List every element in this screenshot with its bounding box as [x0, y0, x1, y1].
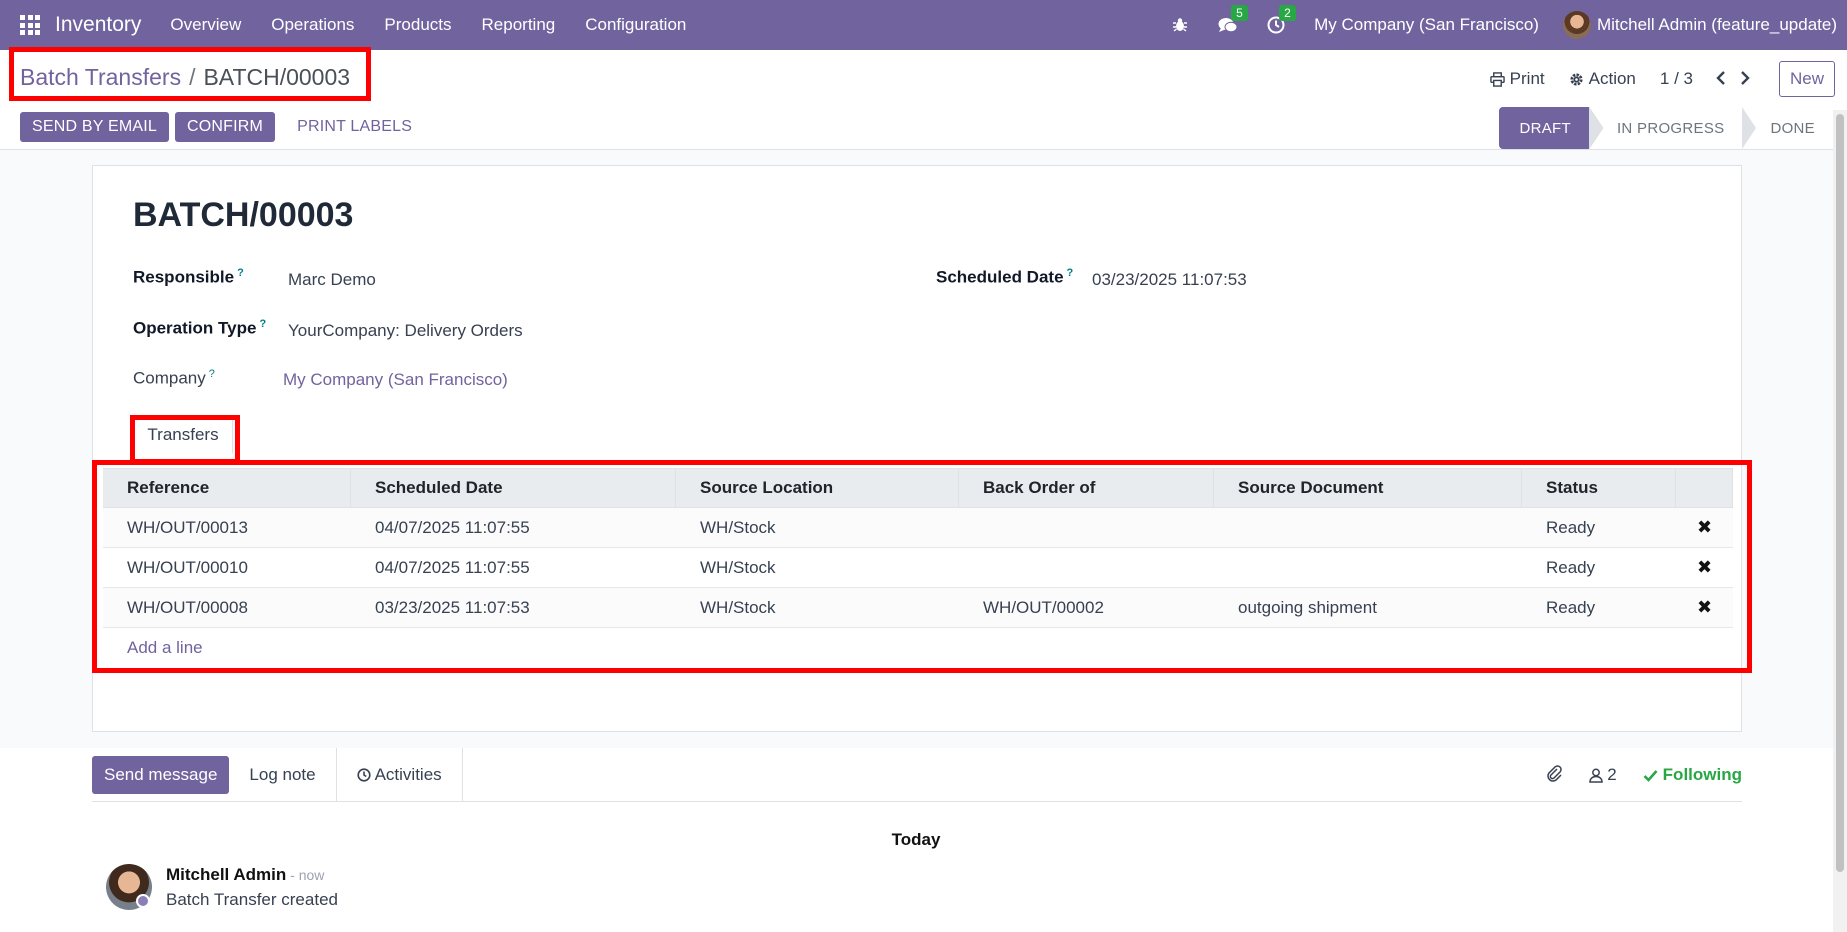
scheduled-date-label: Scheduled Date? [936, 267, 1074, 287]
printer-icon [1489, 71, 1505, 87]
stage-done[interactable]: DONE [1742, 107, 1833, 149]
help-tooltip-icon[interactable]: ? [1067, 267, 1074, 279]
operation-type-label: Operation Type? [133, 318, 267, 338]
help-tooltip-icon[interactable]: ? [237, 267, 244, 279]
operation-type-field[interactable]: YourCompany: Delivery Orders [288, 321, 523, 341]
followers-button[interactable]: 2 [1589, 765, 1617, 785]
menu-overview[interactable]: Overview [170, 15, 241, 35]
message-author[interactable]: Mitchell Admin - now [166, 865, 324, 885]
gear-icon [1570, 72, 1583, 86]
activities-button[interactable]: Activities [337, 747, 463, 802]
chatter-toolbar: Send message Log note Activities 2 Follo… [92, 747, 1742, 802]
following-button[interactable]: Following [1643, 765, 1742, 785]
pager-previous-icon[interactable] [1715, 68, 1727, 91]
print-labels-button[interactable]: PRINT LABELS [281, 112, 428, 142]
pager-next-icon[interactable] [1739, 68, 1751, 91]
clock-icon [356, 767, 371, 782]
debug-bug-icon[interactable] [1170, 15, 1190, 35]
activities-badge: 2 [1279, 5, 1296, 21]
highlight-box-table [92, 460, 1752, 673]
stage-draft[interactable]: DRAFT [1499, 107, 1603, 149]
responsible-field[interactable]: Marc Demo [288, 270, 376, 290]
scrollbar-thumb[interactable] [1836, 114, 1844, 872]
user-avatar[interactable] [1562, 11, 1591, 39]
top-navbar: Inventory Overview Operations Products R… [0, 0, 1847, 50]
send-by-email-button[interactable]: SEND BY EMAIL [20, 112, 170, 142]
company-field[interactable]: My Company (San Francisco) [283, 370, 508, 390]
send-message-button[interactable]: Send message [92, 755, 230, 794]
status-bar: DRAFT IN PROGRESS DONE [1499, 107, 1833, 149]
log-note-button[interactable]: Log note [229, 747, 337, 802]
messages-badge: 5 [1231, 5, 1248, 21]
user-icon [1589, 768, 1603, 783]
check-icon [1643, 769, 1658, 782]
print-label: Print [1509, 69, 1545, 88]
chatter: Send message Log note Activities 2 Follo… [0, 747, 1847, 932]
presence-status-icon [136, 894, 150, 908]
menu-products[interactable]: Products [384, 15, 451, 35]
company-switcher[interactable]: My Company (San Francisco) [1314, 15, 1539, 35]
followers-count: 2 [1607, 765, 1617, 784]
scheduled-date-field[interactable]: 03/23/2025 11:07:53 [1092, 270, 1247, 290]
app-name[interactable]: Inventory [55, 13, 141, 37]
print-menu-button[interactable]: Print [1489, 69, 1545, 89]
following-label: Following [1662, 765, 1742, 784]
company-label: Company? [133, 368, 215, 388]
paperclip-icon[interactable] [1545, 764, 1563, 787]
menu-reporting[interactable]: Reporting [482, 15, 556, 35]
stage-in-progress[interactable]: IN PROGRESS [1588, 107, 1743, 149]
menu-configuration[interactable]: Configuration [585, 15, 686, 35]
page-scrollbar[interactable] [1833, 110, 1847, 932]
highlight-box-breadcrumb [9, 47, 371, 101]
date-separator: Today [891, 830, 941, 849]
record-title: BATCH/00003 [133, 196, 354, 234]
pager-value[interactable]: 1 / 3 [1660, 69, 1693, 89]
message-body: Batch Transfer created [166, 890, 338, 909]
help-tooltip-icon[interactable]: ? [259, 318, 266, 330]
action-label: Action [1588, 69, 1636, 88]
message-time: - now [286, 867, 325, 883]
user-menu[interactable]: Mitchell Admin (feature_update) [1597, 15, 1837, 35]
confirm-button[interactable]: CONFIRM [175, 112, 276, 142]
new-record-button[interactable]: New [1778, 61, 1835, 97]
menu-operations[interactable]: Operations [271, 15, 354, 35]
messages-icon[interactable]: 5 [1218, 5, 1248, 35]
help-tooltip-icon[interactable]: ? [209, 368, 215, 380]
highlight-box-tab [130, 415, 240, 464]
action-menu-button[interactable]: Action [1569, 69, 1636, 89]
activities-clock-icon[interactable]: 2 [1266, 5, 1296, 35]
responsible-label: Responsible? [133, 267, 244, 287]
activities-label: Activities [374, 764, 442, 784]
apps-menu-icon[interactable] [20, 15, 40, 35]
